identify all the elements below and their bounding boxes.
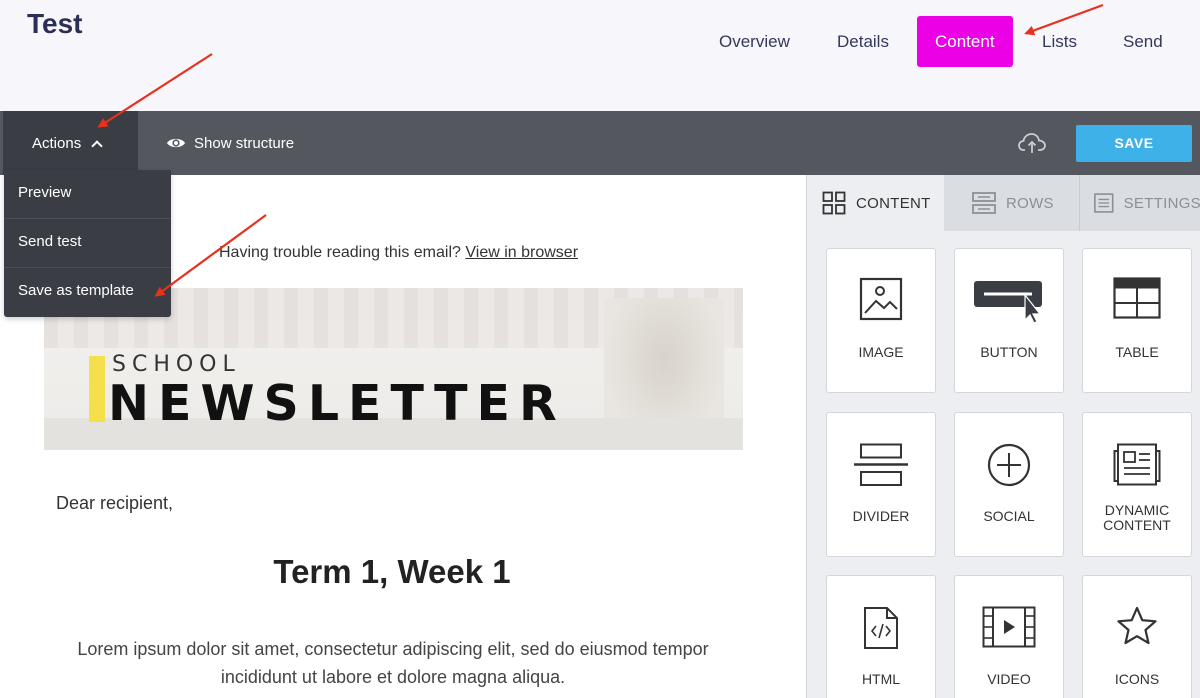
trouble-text: Having trouble reading this email? <box>219 244 461 261</box>
sidebar-tab-settings-label: SETTINGS <box>1123 194 1200 212</box>
sidebar-tab-settings[interactable]: SETTINGS <box>1079 175 1200 231</box>
block-social[interactable]: SOCIAL <box>954 412 1064 557</box>
view-in-browser-line: Having trouble reading this email? View … <box>219 244 578 262</box>
block-image-label: IMAGE <box>858 344 904 360</box>
block-icons[interactable]: ICONS <box>1082 575 1192 698</box>
banner-school-text: SCHOOL <box>112 352 241 377</box>
actions-menu: Preview Send test Save as template <box>4 170 171 317</box>
tab-details[interactable]: Details <box>837 16 889 67</box>
block-divider-label: DIVIDER <box>852 508 910 524</box>
sidebar-tab-content[interactable]: CONTENT <box>807 175 944 231</box>
plus-circle-icon <box>987 443 1031 487</box>
tab-send[interactable]: Send <box>1123 16 1163 67</box>
video-icon <box>982 606 1036 648</box>
actions-label: Actions <box>32 134 82 152</box>
block-icons-label: ICONS <box>1114 671 1160 687</box>
banner-yellow-bar <box>89 356 105 422</box>
divider-icon <box>854 443 908 486</box>
tab-overview[interactable]: Overview <box>719 16 790 67</box>
block-table-label: TABLE <box>1115 344 1159 360</box>
email-body-text: Lorem ipsum dolor sit amet, consectetur … <box>77 639 709 687</box>
cloud-upload-icon[interactable] <box>1018 131 1046 155</box>
table-icon <box>1113 277 1161 319</box>
dynamic-label-line1: DYNAMIC <box>1104 502 1170 518</box>
block-divider[interactable]: DIVIDER <box>826 412 936 557</box>
block-dynamic-content[interactable]: DYNAMIC CONTENT <box>1082 412 1192 557</box>
view-in-browser-link[interactable]: View in browser <box>465 244 578 261</box>
button-icon <box>974 281 1042 324</box>
menu-item-preview[interactable]: Preview <box>4 170 171 219</box>
show-structure-button[interactable]: Show structure <box>166 111 294 175</box>
block-table[interactable]: TABLE <box>1082 248 1192 393</box>
image-icon <box>859 277 903 321</box>
email-heading: Term 1, Week 1 <box>273 553 511 590</box>
block-image[interactable]: IMAGE <box>826 248 936 393</box>
block-social-label: SOCIAL <box>983 508 1035 524</box>
grid-icon <box>822 191 846 215</box>
eye-icon <box>167 138 185 148</box>
actions-button[interactable]: Actions <box>3 111 138 175</box>
sidebar-tab-content-label: CONTENT <box>856 194 931 212</box>
show-structure-label: Show structure <box>194 134 295 152</box>
dynamic-content-icon <box>1113 443 1161 486</box>
block-html[interactable]: HTML <box>826 575 936 698</box>
rows-icon <box>972 192 996 214</box>
content-sidebar: CONTENT ROWS SETTINGS IMAGE BUTTON TABLE… <box>806 175 1200 698</box>
sidebar-tabs: CONTENT ROWS SETTINGS <box>807 175 1200 231</box>
block-button[interactable]: BUTTON <box>954 248 1064 393</box>
star-icon <box>1117 606 1157 645</box>
html-file-icon <box>864 607 898 649</box>
sidebar-tab-rows-label: ROWS <box>1006 194 1054 212</box>
greeting-text: Dear recipient, <box>56 493 174 513</box>
block-html-label: HTML <box>861 671 901 687</box>
menu-item-save-as-template[interactable]: Save as template <box>4 268 171 317</box>
app-header: Test Overview Details Content Lists Send <box>0 0 1200 111</box>
menu-item-send-test[interactable]: Send test <box>4 219 171 268</box>
page-title: Test <box>27 8 83 39</box>
sidebar-tab-rows[interactable]: ROWS <box>972 175 1054 231</box>
settings-icon <box>1094 193 1114 213</box>
chevron-up-icon <box>91 139 103 152</box>
block-button-label: BUTTON <box>980 344 1038 360</box>
banner-newsletter-text: NEWSLETTER <box>108 375 566 432</box>
block-video[interactable]: VIDEO <box>954 575 1064 698</box>
dynamic-label-line2: CONTENT <box>1103 517 1171 533</box>
tab-lists[interactable]: Lists <box>1042 16 1077 67</box>
block-video-label: VIDEO <box>987 671 1031 687</box>
save-button[interactable]: SAVE <box>1076 125 1192 162</box>
tab-content[interactable]: Content <box>917 16 1013 67</box>
block-dynamic-content-label: DYNAMIC CONTENT <box>1083 503 1191 533</box>
